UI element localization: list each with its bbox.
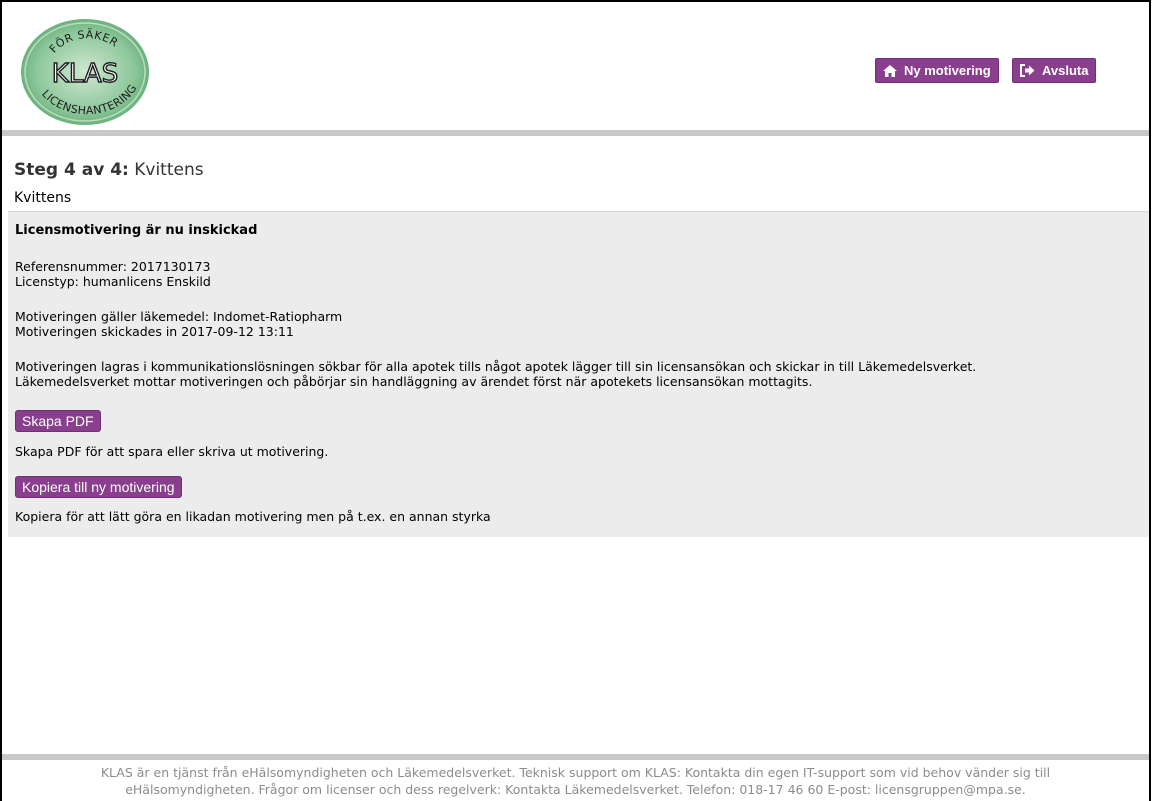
- logo-line2: KLAS: [52, 59, 118, 89]
- receipt-heading: Licensmotivering är nu inskickad: [15, 223, 258, 238]
- sign-out-icon: [1020, 64, 1035, 77]
- step-name: Kvittens: [134, 160, 204, 180]
- home-icon: [883, 64, 897, 77]
- referensnummer: Referensnummer: 2017130173: [15, 259, 211, 274]
- lakemedel: Motiveringen gäller läkemedel: Indomet-R…: [15, 309, 343, 324]
- avsluta-button[interactable]: Avsluta: [1012, 58, 1097, 83]
- page-title: Steg 4 av 4: Kvittens: [14, 160, 204, 180]
- footer: KLAS är en tjänst från eHälsomyndigheten…: [2, 764, 1149, 798]
- section-title: Kvittens: [14, 190, 72, 206]
- header: FÖR SÄKER KLAS LICENSHANTERING Ny motive…: [2, 2, 1149, 130]
- footer-separator: [2, 754, 1149, 760]
- copy-help-text: Kopiera för att lätt göra en likadan mot…: [15, 509, 491, 524]
- skapa-pdf-button[interactable]: Skapa PDF: [15, 410, 101, 432]
- footer-line-1: KLAS är en tjänst från eHälsomyndigheten…: [100, 765, 1051, 780]
- kopiera-button[interactable]: Kopiera till ny motivering: [15, 476, 182, 498]
- skickades: Motiveringen skickades in 2017-09-12 13:…: [15, 324, 294, 339]
- info-line-1: Motiveringen lagras i kommunikationslösn…: [15, 359, 977, 374]
- receipt-panel: Licensmotivering är nu inskickad Referen…: [8, 211, 1149, 537]
- step-label: Steg 4 av 4:: [14, 160, 129, 180]
- klas-logo: FÖR SÄKER KLAS LICENSHANTERING: [21, 19, 149, 125]
- pdf-help-text: Skapa PDF för att spara eller skriva ut …: [15, 444, 329, 459]
- footer-line-2: eHälsomyndigheten. Frågor om licenser oc…: [125, 782, 1026, 797]
- avsluta-label: Avsluta: [1042, 63, 1089, 78]
- ny-motivering-label: Ny motivering: [904, 63, 991, 78]
- ny-motivering-button[interactable]: Ny motivering: [875, 58, 999, 83]
- header-separator: [2, 130, 1149, 136]
- licenstyp: Licenstyp: humanlicens Enskild: [15, 274, 211, 289]
- info-line-2: Läkemedelsverket mottar motiveringen och…: [15, 374, 813, 389]
